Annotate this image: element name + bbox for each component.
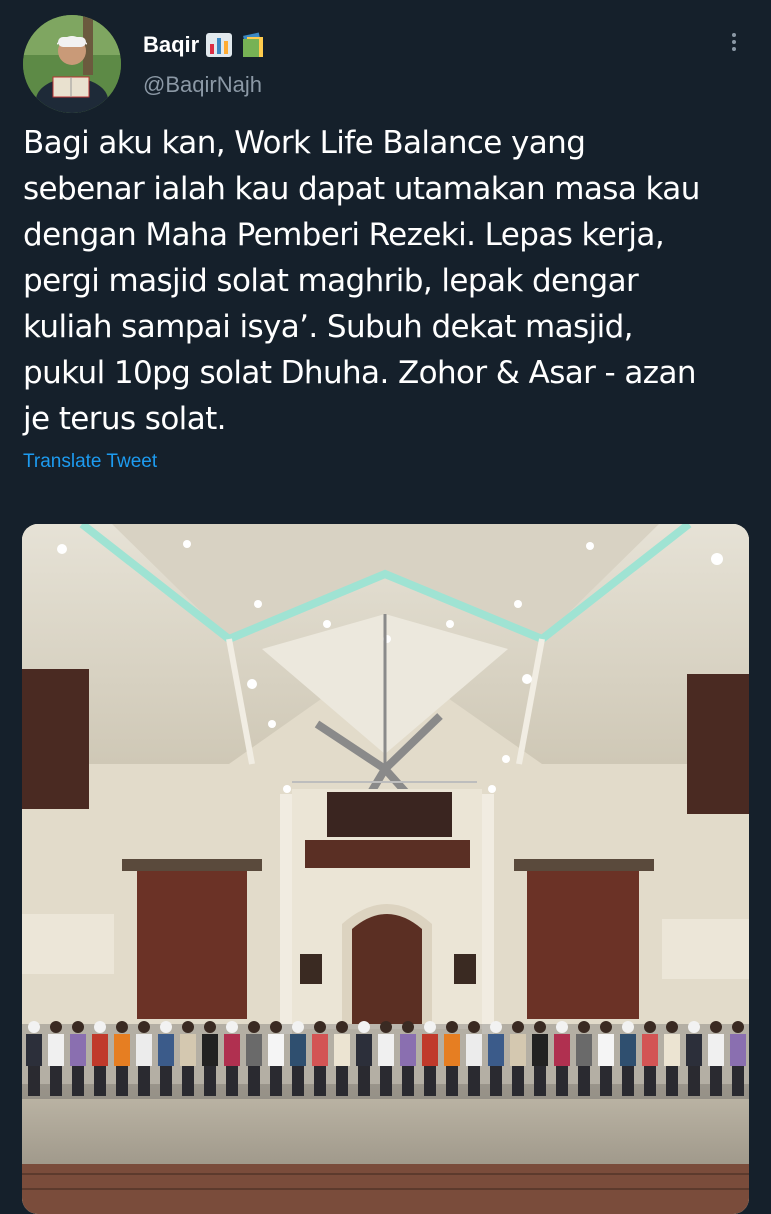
tweet: Baqir @BaqirNajh Bagi aku kan, Work Life… (0, 0, 771, 1214)
author-name-row[interactable]: Baqir (143, 32, 267, 58)
avatar[interactable] (23, 15, 121, 113)
mosque-interior-photo (22, 524, 749, 1214)
tweet-text: Bagi aku kan, Work Life Balance yang seb… (23, 125, 700, 437)
translate-tweet-link[interactable]: Translate Tweet (23, 451, 157, 473)
tweet-media-photo[interactable] (22, 524, 749, 1214)
author-handle[interactable]: @BaqirNajh (143, 72, 262, 98)
more-options-icon[interactable] (722, 30, 746, 60)
books-emoji-icon (239, 32, 267, 58)
author-display-name[interactable]: Baqir (143, 32, 199, 58)
bar-chart-emoji-icon (205, 32, 233, 58)
